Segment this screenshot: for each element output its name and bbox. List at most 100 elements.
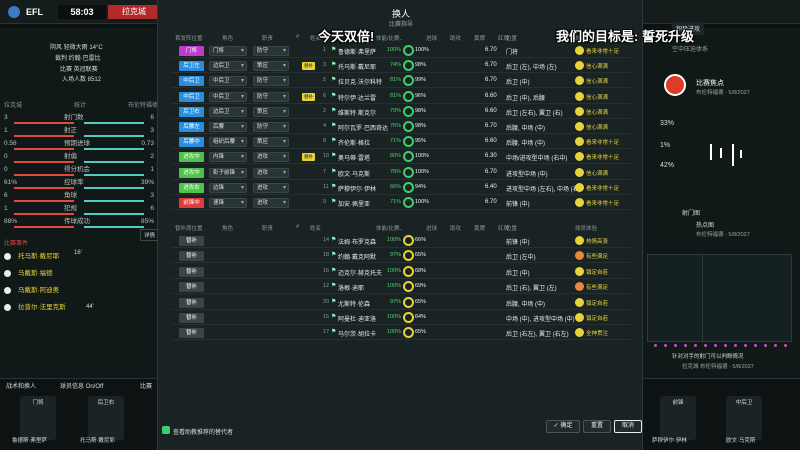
player-name[interactable]: 维斯特·斯克尔: [338, 108, 376, 117]
player-name[interactable]: 萨穆伊尔·伊林: [338, 184, 376, 193]
duty-select[interactable]: 防守: [253, 91, 289, 102]
tab-player-info[interactable]: 球员信息 On/Off: [60, 381, 103, 390]
shirt-number: 8: [323, 138, 327, 145]
happiness-icon: [575, 122, 584, 131]
position-badge[interactable]: 后卫左: [179, 61, 204, 72]
position-badge[interactable]: 替补: [179, 251, 204, 262]
position-badge[interactable]: 前锋中: [179, 198, 204, 208]
player-name[interactable]: 洛根·迪耶: [338, 283, 364, 292]
match-clock: 58:03: [58, 5, 106, 19]
role-select[interactable]: 速锋: [209, 198, 247, 208]
sub-row[interactable]: 替补 15 ⚑ 阿曼杜·迪亚洛 100% 64% 中场 (中), 进攻型中场 (中) 镇定自若: [171, 311, 631, 325]
position-badge[interactable]: 进攻右: [179, 182, 204, 193]
role-select[interactable]: 影子前锋: [209, 167, 247, 178]
ball-icon: [4, 270, 11, 277]
role-select[interactable]: 组织后腰: [209, 137, 247, 148]
starter-row[interactable]: 后卫左边后卫策应 替补 3 ⚑托马斯·戴尼耶 74% 98% 6.70 后卫 (左), 中场 …: [171, 59, 631, 74]
duty-select[interactable]: 防守: [253, 46, 289, 56]
sub-row[interactable]: 替补 12 ⚑ 洛根·迪耶 100% 69% 后卫 (右), 翼卫 (左) 有些满足: [171, 280, 631, 295]
duty-select[interactable]: 进攻: [253, 152, 289, 163]
tab-match[interactable]: 比赛: [140, 381, 152, 390]
rating-value: 6.40: [485, 183, 497, 190]
role-select[interactable]: 后腰: [209, 122, 247, 132]
position-badge[interactable]: 门将: [179, 46, 204, 56]
player-name[interactable]: 马尔茨·胡拉卡: [338, 329, 376, 338]
position-badge[interactable]: 替补: [179, 328, 204, 339]
sub-row[interactable]: 替补 14 ⚑ 法姆·布罗克森 100% 66% 前锋 (中) 热情高涨: [171, 234, 631, 248]
duty-select[interactable]: 进攻: [253, 167, 289, 178]
position-badge[interactable]: 中后卫: [179, 76, 204, 87]
player-name[interactable]: 约翰·戴克阿默: [338, 252, 376, 261]
starter-row[interactable]: 后腰中组织后腰策应 8 ⚑齐伦斯·格拉 71% 95% 6.60 后腰, 中场 (中) 看来非…: [171, 135, 631, 150]
assistant-recommend-link[interactable]: 查看助教推荐的替代者: [173, 427, 233, 436]
player-name[interactable]: 法姆·布罗克森: [338, 237, 376, 246]
role-select[interactable]: 门将: [209, 46, 247, 56]
duty-select[interactable]: 防守: [253, 122, 289, 132]
stat-row: 6 角球 3: [4, 189, 154, 202]
role-select[interactable]: 内锋: [209, 152, 247, 163]
team-name-badge[interactable]: 拉克城: [108, 5, 160, 19]
player-card[interactable]: 前锋: [660, 396, 696, 440]
starter-row[interactable]: 后腰左后腰防守4⚑阿尔瓦罗·巴西奇达76%98%6.70后腰, 中场 (中)信心…: [171, 120, 631, 134]
tab-tactics[interactable]: 战术和换人: [6, 381, 36, 390]
player-name[interactable]: 齐伦斯·格拉: [338, 138, 370, 147]
position-badge[interactable]: 进攻中: [179, 152, 204, 163]
sub-row[interactable]: 替补 17 ⚑ 马尔茨·胡拉卡 100% 65% 后卫 (右左), 翼卫 (右左) 全神贯注: [171, 326, 631, 341]
position-badge[interactable]: 后卫右: [179, 106, 204, 117]
duty-select[interactable]: 进攻: [253, 182, 289, 193]
duty-select[interactable]: 策应: [253, 106, 289, 117]
starter-row[interactable]: 进攻中影子前锋进攻 7 ⚑欧文·马克斯 78% 100% 6.70 进攻型中场 (中) 信心满…: [171, 166, 631, 180]
sub-row[interactable]: 替补 18 ⚑ 约翰·戴克阿默 97% 65% 后卫 (左中) 有些满足: [171, 249, 631, 264]
starter-row[interactable]: 中后卫中后卫防守替补6⚑特尔伊·达兰雷81%96%6.60后卫 (中), 后腰信…: [171, 90, 631, 104]
player-name[interactable]: 加安·佩里亚: [338, 199, 370, 208]
role-select[interactable]: 边后卫: [209, 106, 247, 117]
position-badge[interactable]: 替补: [179, 236, 204, 246]
player-name[interactable]: 托马斯·戴尼耶: [338, 62, 376, 71]
player-name[interactable]: 尤斯特·伦森: [338, 299, 370, 308]
role-select[interactable]: 边锋: [209, 182, 247, 193]
duty-select[interactable]: 进攻: [253, 198, 289, 208]
role-select[interactable]: 中后卫: [209, 76, 247, 87]
duty-select[interactable]: 策应: [253, 61, 289, 72]
position-badge[interactable]: 后腰左: [179, 122, 204, 132]
role-select[interactable]: 边后卫: [209, 61, 247, 72]
sharpness-value: 100%: [415, 153, 430, 160]
position-badge[interactable]: 替补: [179, 266, 204, 277]
position-badge[interactable]: 进攻中: [179, 167, 204, 178]
player-name[interactable]: 奥马蒂·雷塔: [338, 153, 370, 162]
position-badge[interactable]: 后腰中: [179, 137, 204, 148]
position-badge[interactable]: 替补: [179, 313, 204, 323]
player-card[interactable]: 后卫右: [88, 396, 124, 440]
player-name[interactable]: 迈克尔·赫克托夫: [338, 268, 382, 277]
league-label: EFL: [26, 7, 43, 17]
starter-row[interactable]: 进攻右边锋进攻 11⚑萨穆伊尔·伊林 66% 94% 6.40 进攻型中场 (左右), 中…: [171, 181, 631, 195]
starter-row[interactable]: 门将门将防守1⚑鲁德斯·弗里萨100%100%6.70门将看来非常十足: [171, 44, 631, 58]
confirm-button[interactable]: ✓ 确定: [546, 420, 580, 433]
position-badge[interactable]: 中后卫: [179, 91, 204, 102]
starter-row[interactable]: 中后卫中后卫防守5⚑拉贝克·沃尔科特81%99%6.70后卫 (中)信心满满: [171, 74, 631, 89]
position-badge[interactable]: 替补: [179, 282, 204, 293]
sharpness-value: 68%: [415, 267, 427, 274]
sub-row[interactable]: 替补 16 ⚑ 迈克尔·赫克托夫 100% 68% 后卫 (中) 镇定自若: [171, 265, 631, 279]
player-card[interactable]: 中后卫: [726, 396, 762, 440]
reset-button[interactable]: 重置: [583, 420, 611, 433]
duty-select[interactable]: 策应: [253, 137, 289, 148]
player-name[interactable]: 特尔伊·达兰雷: [338, 93, 376, 102]
player-name[interactable]: 阿曼杜·迪亚洛: [338, 314, 376, 323]
ball-icon: [4, 253, 11, 260]
role-select[interactable]: 中后卫: [209, 91, 247, 102]
player-card[interactable]: 门将: [20, 396, 56, 440]
cancel-button[interactable]: 取消: [614, 420, 642, 433]
heat-dot-icon: [734, 344, 737, 347]
player-name[interactable]: 欧文·马克斯: [338, 169, 370, 178]
shirt-number: 17: [323, 329, 330, 336]
rating-value: 6.30: [485, 153, 497, 160]
player-name[interactable]: 鲁德斯·弗里萨: [338, 47, 376, 56]
starter-row[interactable]: 进攻中内锋进攻 替补 10⚑奥马蒂·雷塔 80% 100% 6.30 中场/进攻型中场 (右…: [171, 150, 631, 165]
position-badge[interactable]: 替补: [179, 297, 204, 308]
duty-select[interactable]: 防守: [253, 76, 289, 87]
starter-row[interactable]: 前锋中速锋进攻 9 ⚑加安·佩里亚 71% 100% 6.70 前锋 (中) 看来非常十足: [171, 196, 631, 210]
sub-row[interactable]: 替补 20 ⚑ 尤斯特·伦森 97% 65% 后腰, 中场 (中) 镇定自若: [171, 296, 631, 310]
player-name[interactable]: 拉贝克·沃尔科特: [338, 77, 382, 86]
starter-row[interactable]: 后卫右边后卫策应 2 ⚑维斯特·斯克尔 79% 98% 6.60 后卫 (左右), 翼卫 (…: [171, 105, 631, 119]
